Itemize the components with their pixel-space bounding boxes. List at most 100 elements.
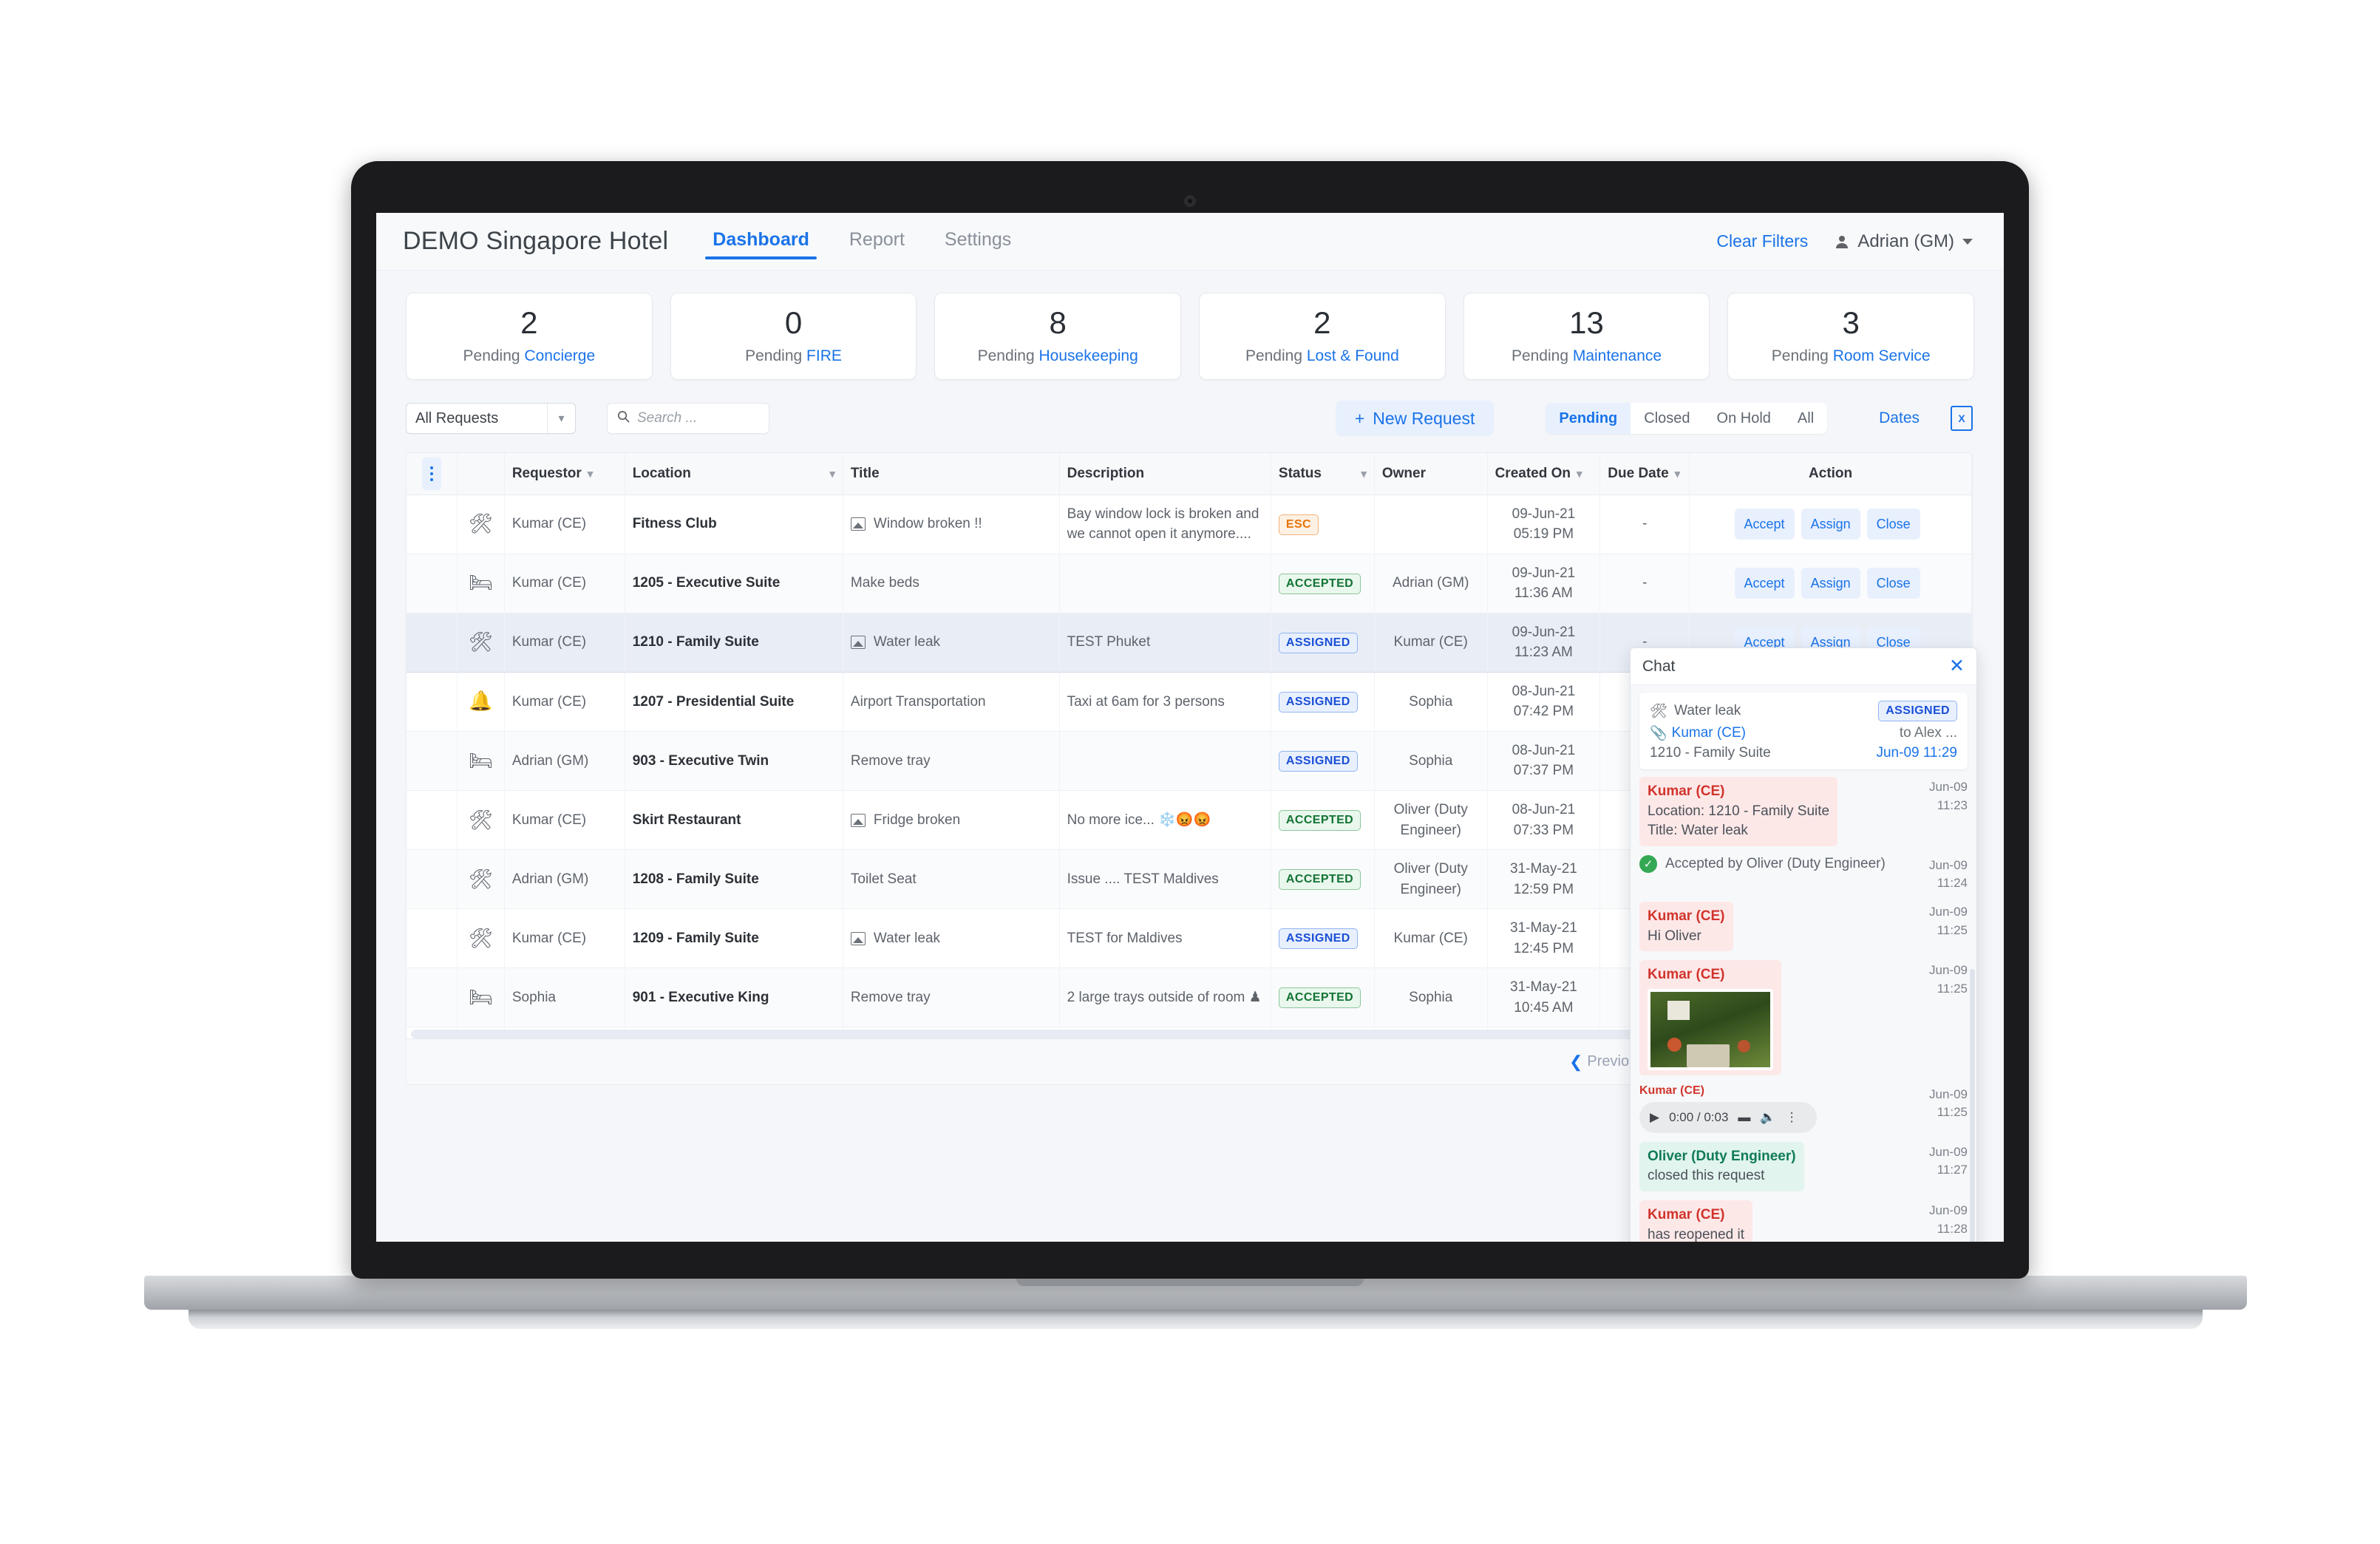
- search-box[interactable]: [607, 403, 769, 434]
- column-due-date[interactable]: Due Date ▾: [1599, 453, 1690, 495]
- message-author: Kumar (CE): [1648, 783, 1725, 799]
- message-timestamp: Jun-09 11:25: [1929, 1084, 1968, 1122]
- filter-all[interactable]: All: [1784, 403, 1827, 434]
- audio-time: 0:00 / 0:03: [1669, 1109, 1729, 1124]
- accept-button[interactable]: Accept: [1734, 568, 1795, 599]
- chat-ticket-summary[interactable]: 🛠 Water leak ASSIGNED 📎 Kumar (CE) to Al…: [1639, 693, 1968, 769]
- stat-label: Pending Lost & Found: [1245, 347, 1399, 365]
- stat-card-housekeeping[interactable]: 8 Pending Housekeeping: [934, 293, 1182, 380]
- cell-title: Window broken !!: [843, 494, 1060, 554]
- message-time: 11:23: [1937, 797, 1968, 812]
- cell-owner: Sophia: [1374, 731, 1488, 791]
- stat-card-maintenance[interactable]: 13 Pending Maintenance: [1463, 293, 1710, 380]
- column-created-on[interactable]: Created On ▾: [1487, 453, 1601, 495]
- attachment-icon: [850, 636, 866, 650]
- column-label: Owner: [1381, 465, 1426, 481]
- column-requestor[interactable]: Requestor ▾: [504, 453, 625, 495]
- tools-icon: 🛠: [457, 790, 505, 851]
- clear-filters-button[interactable]: Clear Filters: [1716, 231, 1808, 251]
- stat-label: Pending Maintenance: [1512, 347, 1662, 365]
- message-author: Kumar (CE): [1648, 967, 1725, 983]
- message-time: 11:27: [1937, 1163, 1968, 1177]
- search-input[interactable]: [637, 410, 760, 426]
- chat-message: Kumar (CE) Jun-09 11:25: [1639, 960, 1968, 1075]
- column-label: Requestor: [511, 465, 582, 481]
- stat-label: Pending Housekeeping: [978, 347, 1138, 365]
- chat-scrollbar[interactable]: [1970, 969, 1975, 1242]
- chevron-down-icon: ▾: [1674, 467, 1681, 480]
- audio-player[interactable]: ▶ 0:00 / 0:03 ▬ 🔈 ⋮: [1639, 1101, 1817, 1133]
- close-icon[interactable]: ✕: [1949, 657, 1965, 676]
- stat-card-room-service[interactable]: 3 Pending Room Service: [1727, 293, 1975, 380]
- stat-count: 13: [1569, 305, 1604, 340]
- stat-dept: FIRE: [806, 347, 842, 364]
- assign-button[interactable]: Assign: [1801, 509, 1860, 540]
- message-photo[interactable]: [1648, 988, 1773, 1070]
- message-time: 11:28: [1937, 1221, 1968, 1236]
- request-type-select[interactable]: All Requests ▾: [406, 403, 576, 434]
- volume-icon[interactable]: 🔈: [1760, 1110, 1775, 1125]
- close-button[interactable]: Close: [1866, 568, 1920, 599]
- message-author: Kumar (CE): [1639, 1084, 1705, 1097]
- tab-report[interactable]: Report: [842, 223, 912, 259]
- cell-requestor: Sophia: [504, 967, 625, 1028]
- chevron-down-icon: ▾: [829, 467, 835, 480]
- cell-description: Taxi at 6am for 3 persons: [1059, 672, 1271, 732]
- row-options-cell: [407, 672, 458, 732]
- cell-requestor: Kumar (CE): [504, 613, 625, 673]
- filter-pending[interactable]: Pending: [1546, 403, 1631, 434]
- export-excel-icon[interactable]: X: [1951, 406, 1973, 431]
- stat-card-fire[interactable]: 0 Pending FIRE: [670, 293, 917, 380]
- progress-bar-icon[interactable]: ▬: [1738, 1110, 1750, 1125]
- more-vertical-icon[interactable]: ⋮: [1786, 1110, 1798, 1125]
- table-row[interactable]: 🛏 Kumar (CE) 1205 - Executive Suite Make be…: [407, 554, 1972, 613]
- status-badge: ACCEPTED: [1278, 987, 1361, 1009]
- close-button[interactable]: Close: [1866, 509, 1920, 540]
- user-name: Adrian (GM): [1857, 231, 1954, 251]
- filter-closed[interactable]: Closed: [1631, 403, 1703, 434]
- dates-filter-button[interactable]: Dates: [1879, 409, 1920, 427]
- row-options-cell: [407, 554, 458, 613]
- tab-settings[interactable]: Settings: [937, 223, 1019, 259]
- table-header-row: Requestor ▾ Location ▾ Title Description S…: [407, 453, 1972, 495]
- tools-icon: 🛠: [457, 494, 505, 554]
- stat-label: Pending Room Service: [1772, 347, 1931, 365]
- cell-location: 1205 - Executive Suite: [625, 554, 843, 613]
- assign-button[interactable]: Assign: [1801, 568, 1860, 599]
- ticket-location-row: 1210 - Family Suite Jun-09 11:29: [1650, 745, 1957, 761]
- message-text: Location: 1210 - Family Suite: [1648, 803, 1830, 819]
- chat-messages[interactable]: Kumar (CE) Location: 1210 - Family Suite T…: [1631, 769, 1976, 1242]
- message-bubble-photo: Kumar (CE): [1639, 960, 1781, 1075]
- message-date: Jun-09: [1929, 1144, 1968, 1159]
- bed-icon: 🛏: [457, 731, 505, 791]
- new-request-button[interactable]: + New Request: [1335, 401, 1495, 436]
- column-location[interactable]: Location ▾: [625, 453, 843, 495]
- filter-on-hold[interactable]: On Hold: [1704, 403, 1784, 434]
- cell-location: 1207 - Presidential Suite: [625, 672, 843, 732]
- cell-requestor: Adrian (GM): [504, 849, 625, 910]
- message-author: Kumar (CE): [1648, 908, 1725, 925]
- accept-button[interactable]: Accept: [1734, 509, 1795, 540]
- table-row[interactable]: 🛠 Kumar (CE) Fitness Club Window broken !! B…: [407, 494, 1972, 554]
- cell-description: TEST Phuket: [1059, 613, 1271, 673]
- row-options-cell: [407, 613, 458, 673]
- status-badge: ASSIGNED: [1278, 928, 1358, 950]
- cell-description: [1059, 731, 1271, 791]
- ticket-location: 1210 - Family Suite: [1650, 745, 1771, 761]
- cell-title: Airport Transportation: [843, 672, 1060, 732]
- stat-card-concierge[interactable]: 2 Pending Concierge: [406, 293, 653, 380]
- stat-card-lost-and-found[interactable]: 2 Pending Lost & Found: [1199, 293, 1446, 380]
- stat-label: Pending FIRE: [745, 347, 842, 365]
- user-menu[interactable]: Adrian (GM): [1833, 231, 1973, 252]
- tab-dashboard[interactable]: Dashboard: [705, 223, 817, 259]
- attachment-icon: [850, 813, 866, 827]
- row-options-cell: [407, 908, 458, 969]
- cell-title: Toilet Seat: [843, 849, 1060, 910]
- column-status[interactable]: Status ▾: [1271, 453, 1375, 495]
- chat-panel: Chat ✕ 🛠 Water leak ASSIGNED 📎 Kumar (CE…: [1630, 647, 1977, 1242]
- row-options-cell: [407, 790, 458, 851]
- more-vertical-icon[interactable]: [422, 457, 442, 490]
- cell-title: Make beds: [843, 554, 1060, 613]
- cell-requestor: Kumar (CE): [504, 908, 625, 969]
- play-icon[interactable]: ▶: [1650, 1110, 1659, 1125]
